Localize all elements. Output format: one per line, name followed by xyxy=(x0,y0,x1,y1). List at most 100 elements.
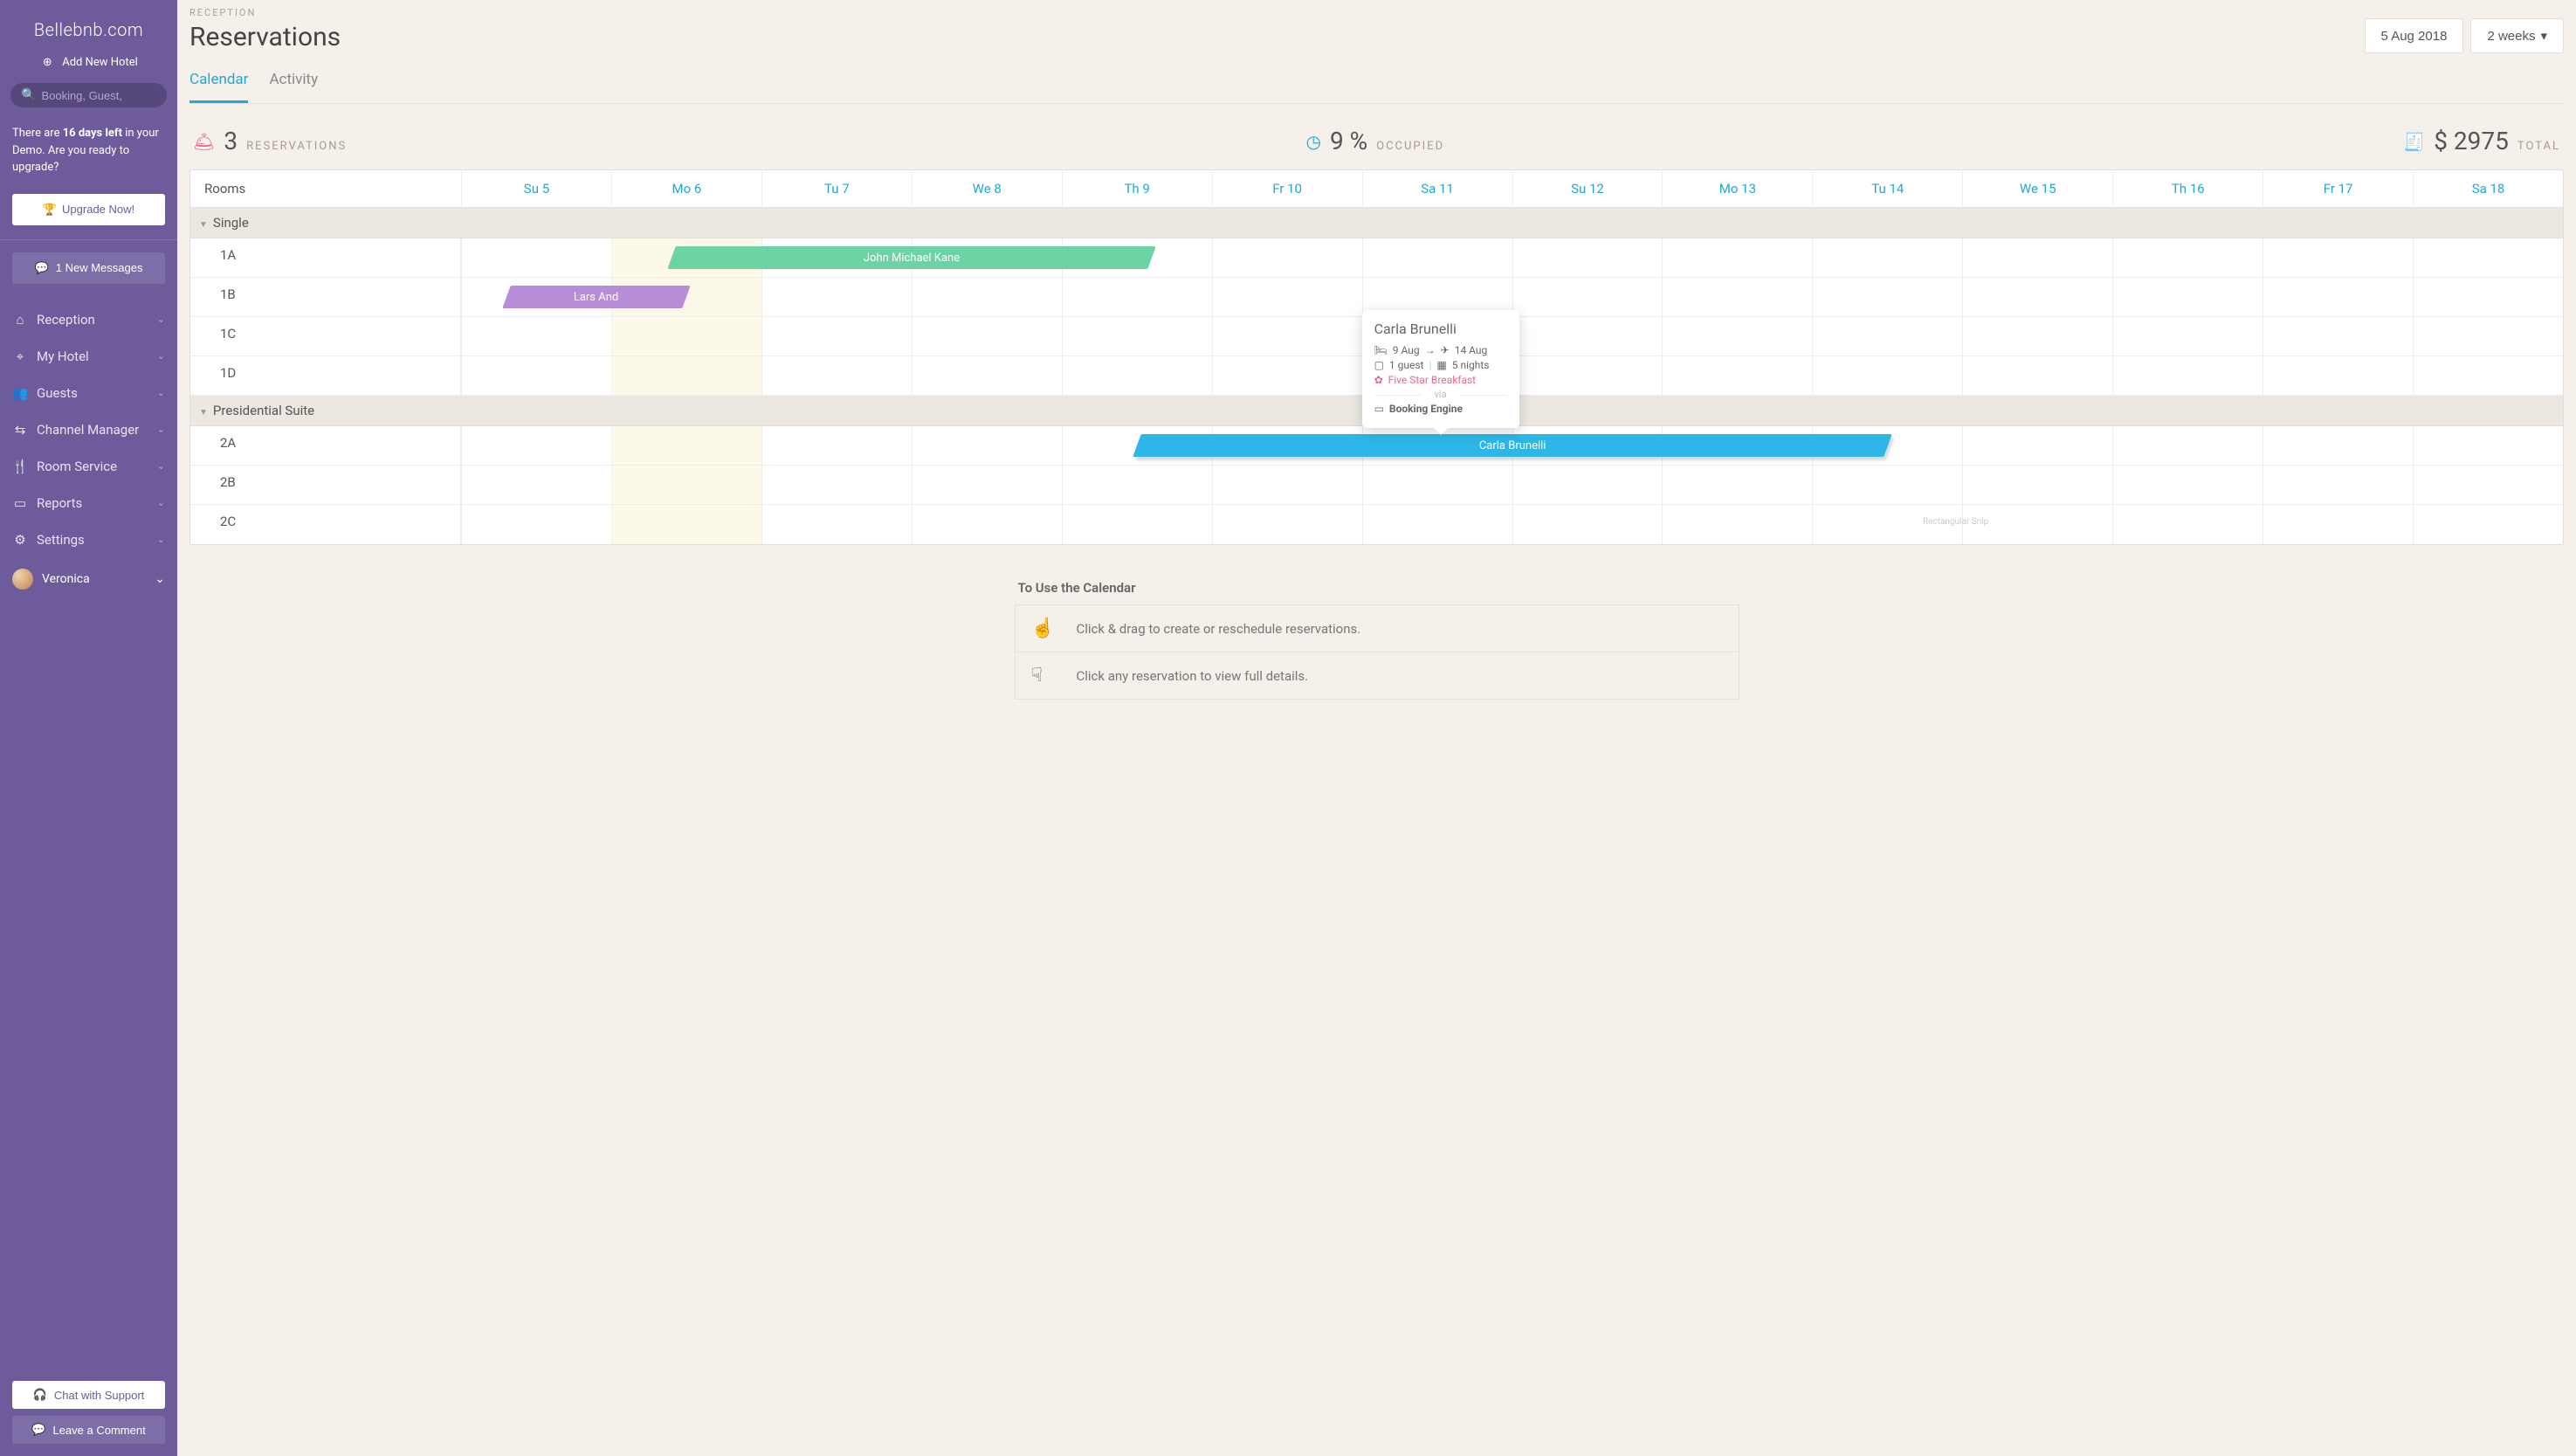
room-row-2b[interactable]: 2B xyxy=(190,466,2563,505)
nav-guests[interactable]: 👥Guests⌄ xyxy=(0,375,177,411)
tooltip-name: Carla Brunelli xyxy=(1374,321,1507,337)
room-row-2c[interactable]: 2C Rectangular Snip xyxy=(190,505,2563,544)
day-header[interactable]: Su 5 xyxy=(461,170,611,208)
nav-reception[interactable]: ⌂Reception⌄ xyxy=(0,301,177,338)
day-header[interactable]: Fr 10 xyxy=(1212,170,1362,208)
room-label: 1C xyxy=(190,317,461,355)
reservation-bar-lars[interactable]: Lars And xyxy=(502,286,691,308)
sliders-icon: ⚙ xyxy=(12,532,28,548)
chevron-down-icon: ⌄ xyxy=(157,460,165,472)
pin-icon: ⌖ xyxy=(12,348,28,364)
messages-button[interactable]: 💬 1 New Messages xyxy=(12,252,165,284)
reservation-bar-carla[interactable]: Carla Brunelli xyxy=(1133,434,1891,457)
chevron-down-icon: ⌄ xyxy=(157,534,165,545)
chevron-down-icon: ⌄ xyxy=(157,387,165,398)
day-header[interactable]: Sa 18 xyxy=(2413,170,2563,208)
leave-comment-button[interactable]: 💬Leave a Comment xyxy=(12,1416,165,1444)
trophy-icon: 🏆 xyxy=(43,203,57,217)
help-box: To Use the Calendar ☝ Click & drag to cr… xyxy=(1015,580,1739,700)
day-header[interactable]: Tu 14 xyxy=(1812,170,1962,208)
breadcrumb: RECEPTION xyxy=(189,7,2564,18)
reservation-tooltip: Carla Brunelli 🛏9 Aug→✈14 Aug ▢1 guest|▦… xyxy=(1362,310,1519,428)
comment-icon: 💬 xyxy=(31,1423,45,1437)
demo-notice: There are 16 days left in your Demo. Are… xyxy=(0,114,177,187)
stat-total: 🧾$ 2975TOTAL xyxy=(2403,127,2560,155)
reservation-bar-kane[interactable]: John Michael Kane xyxy=(667,246,1156,269)
chevron-down-icon: ⌄ xyxy=(157,497,165,508)
help-title: To Use the Calendar xyxy=(1015,580,1739,596)
chevron-down-icon: ⌄ xyxy=(157,314,165,325)
sidebar: Bellebnb.com ⊕ Add New Hotel 🔍 There are… xyxy=(0,0,177,1456)
view-tabs: Calendar Activity xyxy=(189,66,2564,104)
day-header[interactable]: Th 9 xyxy=(1062,170,1212,208)
utensils-icon: 🍴 xyxy=(12,459,28,474)
bell-icon: ⌂ xyxy=(12,312,28,328)
report-icon: ▭ xyxy=(12,495,28,511)
day-header[interactable]: Mo 6 xyxy=(611,170,761,208)
drag-icon: ☝ xyxy=(1031,618,1056,639)
help-row-click: ☟ Click any reservation to view full det… xyxy=(1015,652,1739,700)
tab-calendar[interactable]: Calendar xyxy=(189,66,248,103)
stat-occupied: ◷9 %OCCUPIED xyxy=(1305,127,1444,155)
room-label: 2C xyxy=(190,505,461,544)
plane-icon: ✈ xyxy=(1441,344,1450,356)
main-nav: ⌂Reception⌄ ⌖My Hotel⌄ 👥Guests⌄ ⇆Channel… xyxy=(0,301,177,1382)
day-header[interactable]: Su 12 xyxy=(1512,170,1663,208)
rooms-header: Rooms xyxy=(190,170,461,208)
tap-icon: ☟ xyxy=(1031,665,1056,687)
chevron-down-icon: ⌄ xyxy=(155,572,165,586)
stats-row: 🛎3RESERVATIONS ◷9 %OCCUPIED 🧾$ 2975TOTAL xyxy=(189,127,2564,155)
chat-icon: 💬 xyxy=(35,261,49,275)
search-input[interactable] xyxy=(41,89,156,102)
room-label: 1A xyxy=(190,238,461,277)
user-name: Veronica xyxy=(42,572,90,586)
chevron-down-icon: ⌄ xyxy=(157,350,165,362)
room-group-single[interactable]: ▼Single xyxy=(190,208,2563,238)
help-row-drag: ☝ Click & drag to create or reschedule r… xyxy=(1015,604,1739,652)
page-title: Reservations xyxy=(189,22,341,52)
nav-channel-manager[interactable]: ⇆Channel Manager⌄ xyxy=(0,411,177,448)
plus-circle-icon: ⊕ xyxy=(39,56,55,69)
room-row-2a[interactable]: 2A Carla Brunelli Carla Brunelli 🛏9 Aug→… xyxy=(190,426,2563,466)
calendar-icon: ▦ xyxy=(1436,359,1446,371)
date-picker-button[interactable]: 5 Aug 2018 xyxy=(2365,18,2464,53)
guest-icon: ▢ xyxy=(1374,359,1384,371)
day-header[interactable]: We 8 xyxy=(912,170,1062,208)
tooltip-via: via xyxy=(1374,389,1507,400)
nav-user[interactable]: Veronica ⌄ xyxy=(0,558,177,600)
day-header[interactable]: Fr 17 xyxy=(2263,170,2413,208)
snip-watermark: Rectangular Snip xyxy=(1923,517,1988,527)
nav-reports[interactable]: ▭Reports⌄ xyxy=(0,485,177,521)
main-content: RECEPTION Reservations 5 Aug 2018 2 week… xyxy=(177,0,2576,1456)
nav-settings[interactable]: ⚙Settings⌄ xyxy=(0,521,177,558)
search-box[interactable]: 🔍 xyxy=(10,83,167,107)
room-label: 2B xyxy=(190,466,461,504)
brand-logo: Bellebnb.com xyxy=(0,12,177,49)
add-hotel-label: Add New Hotel xyxy=(62,56,138,69)
nav-room-service[interactable]: 🍴Room Service⌄ xyxy=(0,448,177,485)
bell-icon: 🛎 xyxy=(193,131,215,152)
room-label: 2A xyxy=(190,426,461,465)
nav-my-hotel[interactable]: ⌖My Hotel⌄ xyxy=(0,338,177,375)
calendar: Rooms Su 5 Mo 6 Tu 7 We 8 Th 9 Fr 10 Sa … xyxy=(189,169,2564,545)
range-select-button[interactable]: 2 weeks ▾ xyxy=(2470,18,2564,53)
day-header[interactable]: We 15 xyxy=(1962,170,2112,208)
upgrade-button[interactable]: 🏆 Upgrade Now! xyxy=(12,194,165,225)
bed-icon: 🛏 xyxy=(1374,344,1388,356)
headset-icon: 🎧 xyxy=(33,1388,47,1402)
day-header[interactable]: Sa 11 xyxy=(1362,170,1512,208)
day-header[interactable]: Mo 13 xyxy=(1662,170,1812,208)
chevron-down-icon: ⌄ xyxy=(157,424,165,435)
messages-label: 1 New Messages xyxy=(56,261,143,274)
tab-activity[interactable]: Activity xyxy=(269,66,318,103)
caret-icon: ▾ xyxy=(2540,28,2547,44)
chat-support-button[interactable]: 🎧Chat with Support xyxy=(12,1381,165,1409)
add-hotel-button[interactable]: ⊕ Add New Hotel xyxy=(0,49,177,76)
card-icon: ▭ xyxy=(1374,403,1384,415)
calendar-header: Rooms Su 5 Mo 6 Tu 7 We 8 Th 9 Fr 10 Sa … xyxy=(190,170,2563,208)
room-label: 1D xyxy=(190,356,461,395)
room-row-1a[interactable]: 1A John Michael Kane xyxy=(190,238,2563,278)
day-header[interactable]: Tu 7 xyxy=(761,170,912,208)
day-header[interactable]: Th 16 xyxy=(2112,170,2263,208)
clock-icon: ◷ xyxy=(1305,131,1320,152)
